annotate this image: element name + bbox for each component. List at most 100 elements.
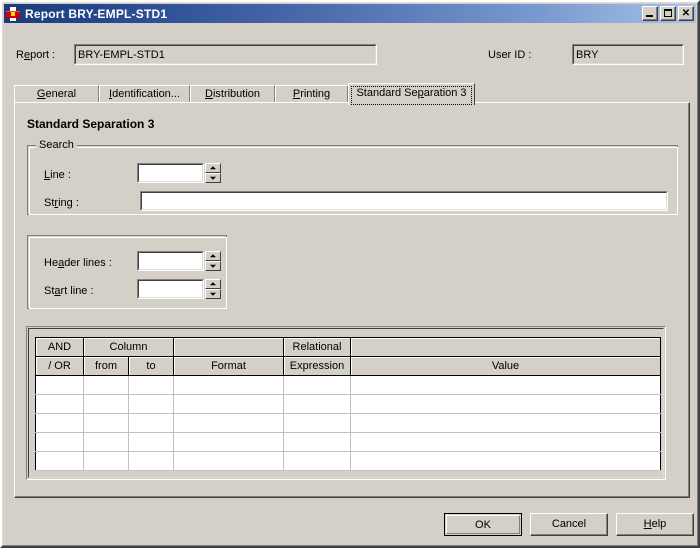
grid-header-row-1: AND Column Relational [35,337,661,357]
maximize-icon[interactable] [660,6,676,21]
grid-cell-from[interactable] [83,394,129,414]
grid-cell-value[interactable] [350,451,661,471]
conditions-grid-inner: AND Column Relational / OR from to Forma… [28,328,664,478]
grid-cell-value[interactable] [350,375,661,395]
grid-cell-and-or[interactable] [35,375,84,395]
table-row[interactable] [35,413,661,433]
start-line-spin-up-icon[interactable] [205,279,221,289]
grid-cell-and-or[interactable] [35,451,84,471]
report-window-icon [5,5,21,22]
start-line-spin-down-icon[interactable] [205,289,221,299]
grid-cell-to[interactable] [128,451,174,471]
grid-header-or[interactable]: / OR [35,356,84,376]
table-row[interactable] [35,375,661,395]
grid-header-to[interactable]: to [128,356,174,376]
grid-cell-format[interactable] [173,451,284,471]
user-id-input[interactable]: BRY [572,44,684,65]
report-label: Report : [16,49,56,61]
grid-cell-format[interactable] [173,413,284,433]
string-input[interactable] [140,191,668,211]
grid-cell-from[interactable] [83,375,129,395]
header-lines-input-value [138,252,203,270]
line-input[interactable] [137,163,204,183]
grid-header-value[interactable]: Value [350,356,661,376]
page-title: Standard Separation 3 [27,117,155,131]
line-spin-up-icon[interactable] [205,163,221,173]
grid-cell-value[interactable] [350,394,661,414]
user-id-label: User ID : [488,49,532,61]
conditions-grid-frame: AND Column Relational / OR from to Forma… [26,326,666,480]
grid-body [35,375,661,471]
line-label: Line : [44,169,71,181]
line-input-value [138,164,203,182]
grid-header-format-top[interactable] [173,337,284,357]
start-line-input[interactable] [137,279,204,299]
tab-focus-rectangle [351,86,472,105]
table-row[interactable] [35,451,661,471]
start-line-spinner-buttons [205,279,221,299]
search-group-legend: Search [36,139,77,151]
grid-cell-value[interactable] [350,413,661,433]
grid-cell-expression[interactable] [283,432,351,452]
grid-header-relational[interactable]: Relational [283,337,351,357]
grid-cell-format[interactable] [173,432,284,452]
grid-header-value-top[interactable] [350,337,661,357]
grid-cell-expression[interactable] [283,394,351,414]
tab-strip: General Identification... Distribution P… [14,83,690,105]
grid-header-expression[interactable]: Expression [283,356,351,376]
grid-cell-expression[interactable] [283,413,351,433]
grid-cell-expression[interactable] [283,451,351,471]
grid-header-row-2: / OR from to Format Expression Value [35,356,661,376]
user-id-input-value: BRY [573,45,683,64]
string-label: String : [44,197,79,209]
window-title: Report BRY-EMPL-STD1 [25,6,168,21]
minimize-icon[interactable] [642,6,658,21]
line-spinner[interactable] [137,163,221,183]
grid-cell-format[interactable] [173,375,284,395]
tab-distribution[interactable]: Distribution [190,85,275,103]
grid-header-from[interactable]: from [83,356,129,376]
grid-header-format[interactable]: Format [173,356,284,376]
grid-cell-and-or[interactable] [35,432,84,452]
grid-cell-and-or[interactable] [35,413,84,433]
grid-cell-from[interactable] [83,451,129,471]
ok-button[interactable]: OK [444,513,522,536]
grid-cell-to[interactable] [128,432,174,452]
header-lines-spinner-buttons [205,251,221,271]
string-input-value [141,192,667,210]
report-input[interactable]: BRY-EMPL-STD1 [74,44,377,65]
window-controls: ✕ [642,6,694,21]
table-row[interactable] [35,394,661,414]
start-line-label: Start line : [44,285,94,297]
conditions-grid[interactable]: AND Column Relational / OR from to Forma… [35,337,661,471]
grid-header-and[interactable]: AND [35,337,84,357]
grid-cell-to[interactable] [128,413,174,433]
grid-cell-to[interactable] [128,394,174,414]
tab-identification[interactable]: Identification... [99,85,190,103]
tab-printing[interactable]: Printing [275,85,348,103]
grid-cell-from[interactable] [83,432,129,452]
grid-cell-and-or[interactable] [35,394,84,414]
line-spin-down-icon[interactable] [205,173,221,183]
dialog-window: Report BRY-EMPL-STD1 ✕ Report : BRY-EMPL… [0,0,700,548]
header-lines-spin-down-icon[interactable] [205,261,221,271]
start-line-input-value [138,280,203,298]
grid-header-column[interactable]: Column [83,337,174,357]
title-bar[interactable]: Report BRY-EMPL-STD1 ✕ [4,4,696,23]
grid-cell-expression[interactable] [283,375,351,395]
cancel-button[interactable]: Cancel [530,513,608,536]
grid-cell-from[interactable] [83,413,129,433]
close-icon[interactable]: ✕ [678,6,694,21]
grid-cell-format[interactable] [173,394,284,414]
help-button[interactable]: Help [616,513,694,536]
grid-cell-value[interactable] [350,432,661,452]
start-line-spinner[interactable] [137,279,221,299]
header-lines-input[interactable] [137,251,204,271]
header-lines-spin-up-icon[interactable] [205,251,221,261]
ok-button-label: OK [446,515,520,534]
header-lines-spinner[interactable] [137,251,221,271]
tab-general[interactable]: General [14,85,99,103]
grid-cell-to[interactable] [128,375,174,395]
table-row[interactable] [35,432,661,452]
tab-standard-separation-3[interactable]: Standard Separation 3 [348,83,475,105]
